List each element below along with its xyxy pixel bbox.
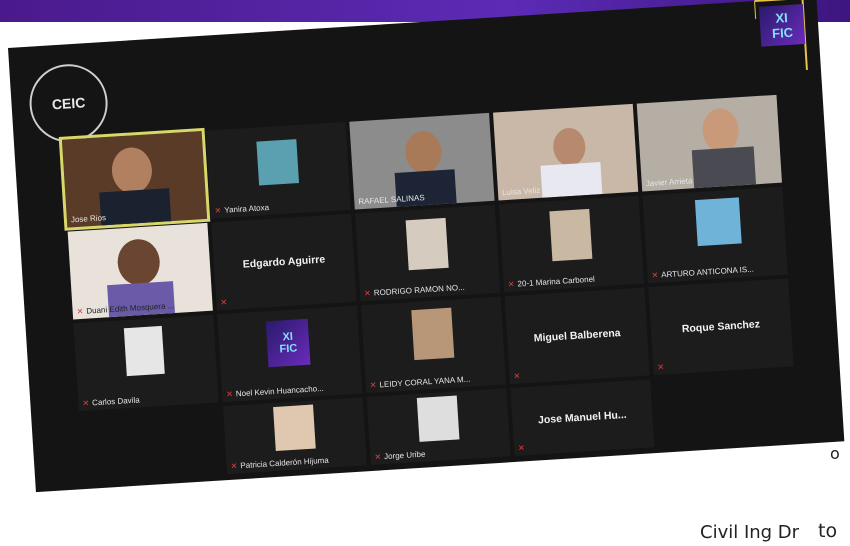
participant-name-centered: Miguel Balberena [533,327,621,345]
muted-mic-icon: ✕ [651,270,659,281]
participant-tile[interactable]: ✕ RODRIGO RAMON NO... [355,204,501,302]
participant-avatar [552,126,587,167]
participant-tile[interactable]: ✕ Carlos Davila [73,314,219,412]
participant-avatar [110,146,154,195]
participant-name: LEIDY CORAL YANA M... [379,374,471,390]
participant-name: ARTURO ANTICONA IS... [660,264,755,280]
muted-mic-icon: ✕ [82,398,90,409]
muted-mic-icon: ✕ [220,297,228,308]
participant-tile[interactable]: ✕ Patricia Calderón Hijuma [222,397,367,475]
participant-avatar [404,130,443,175]
participant-photo [416,395,460,442]
participant-name: Jorge Uribe [383,449,426,462]
participant-name: Noel Kevin Huancacho... [235,383,325,399]
participant-tile[interactable]: XI FIC ✕ Noel Kevin Huancacho... [217,305,363,403]
participant-photo [549,208,593,262]
ceic-logo: CEIC [27,61,110,145]
participant-tile[interactable]: Jose Manuel Hu... ✕ [510,379,655,456]
participant-photo [123,325,165,377]
muted-mic-icon: ✕ [374,452,382,462]
participant-tile[interactable]: Jose Rios [58,127,211,231]
event-badge: XI FIC [758,4,806,47]
participant-name: Luisa Veliz [501,185,541,198]
participant-name: Patricia Calderón Hijuma [240,455,329,471]
participant-tile[interactable]: ✕ Jorge Uribe [366,388,511,466]
video-call-window: CEIC XI FIC Jose Rios ✕ Yanira Atoxa RAFA… [8,0,845,493]
participant-suit [99,188,172,228]
participant-photo [256,139,300,186]
muted-mic-icon: ✕ [76,306,84,317]
participant-tile[interactable]: ✕ Duani Edith Mosquera ... [67,222,213,320]
participant-clothes [540,162,603,198]
participant-photo [694,197,742,247]
muted-mic-icon: ✕ [507,279,515,290]
side-text-line-3: o [830,444,840,463]
muted-mic-icon: ✕ [657,362,665,372]
participant-suit [691,146,757,189]
participant-photo [411,307,455,361]
participant-tile[interactable]: Roque Sanchez ✕ [648,278,794,376]
participant-name-centered: Jose Manuel Hu... [537,408,627,427]
participant-name: Javier Arrieta [645,176,693,189]
participant-name: RODRIGO RAMON NO... [373,282,466,298]
muted-mic-icon: ✕ [214,205,222,216]
muted-mic-icon: ✕ [513,371,521,381]
participant-tile[interactable]: Edgardo Aguirre ✕ [211,213,357,311]
participant-name-centered: Roque Sanchez [681,318,761,336]
participant-tile[interactable]: Javier Arrieta [636,94,782,192]
participant-photo [273,404,316,451]
muted-mic-icon: ✕ [230,461,238,471]
participant-tile[interactable]: ✕ 20-1 Marina Carbonel [498,195,645,293]
muted-mic-icon: ✕ [517,443,526,453]
participant-tile[interactable]: Miguel Balberena ✕ [504,287,650,385]
participant-name-centered: Edgardo Aguirre [242,253,326,271]
participant-avatar [116,237,162,287]
participant-tile[interactable]: Luisa Veliz [493,103,639,201]
side-text-line-4: to [818,520,838,542]
participant-name: Carlos Davila [91,395,140,408]
participant-name: Yanira Atoxa [224,202,270,215]
participant-name: 20-1 Marina Carbonel [517,274,596,289]
participant-tile[interactable]: RAFAEL SALINAS [349,112,495,210]
muted-mic-icon: ✕ [363,288,372,299]
participant-tile[interactable]: ✕ Yanira Atoxa [205,121,351,219]
muted-mic-icon: ✕ [369,380,377,390]
participant-tile[interactable]: ✕ LEIDY CORAL YANA M... [360,296,507,394]
side-text-bottom-right: Civil Ing Dr [700,522,800,543]
participant-photo [405,217,449,271]
muted-mic-icon: ✕ [225,389,234,399]
participant-tile[interactable]: ✕ ARTURO ANTICONA IS... [642,186,788,284]
participant-logo-thumb: XI FIC [265,318,311,368]
